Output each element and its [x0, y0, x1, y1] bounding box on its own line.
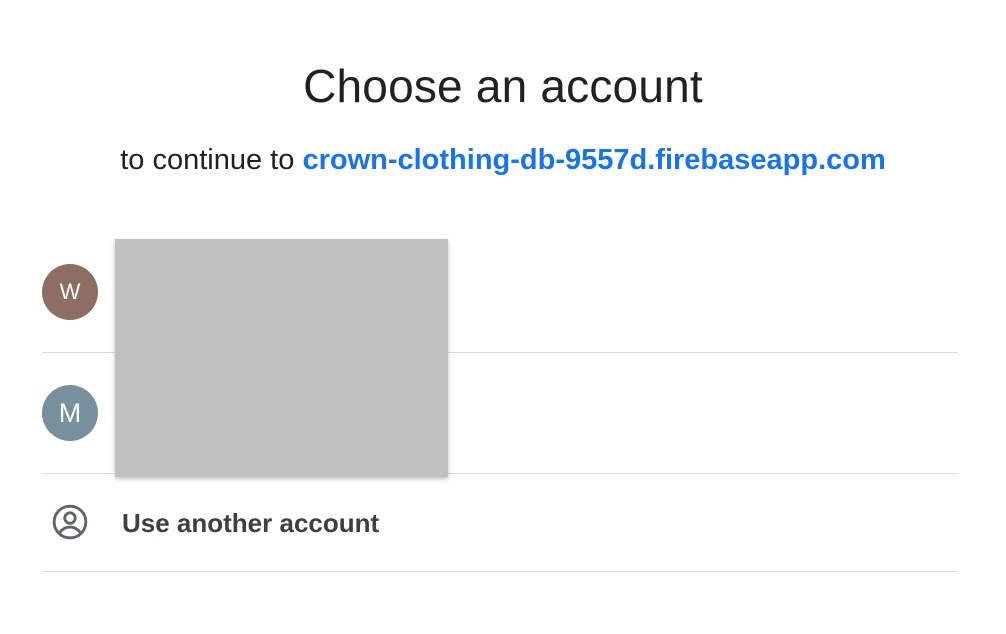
avatar: M — [42, 385, 98, 441]
app-link[interactable]: crown-clothing-db-9557d.firebaseapp.com — [302, 144, 885, 176]
use-another-account-label: Use another account — [122, 508, 380, 538]
subtitle-prefix: to continue to — [120, 144, 295, 176]
page-title: Choose an account — [303, 60, 703, 112]
account-circle-icon — [51, 503, 89, 546]
redacted-account-details — [115, 239, 448, 477]
use-another-account-row[interactable]: Use another account — [42, 474, 958, 572]
avatar: W — [42, 264, 98, 320]
page-subtitle: to continue to crown-clothing-db-9557d.f… — [0, 142, 1006, 178]
